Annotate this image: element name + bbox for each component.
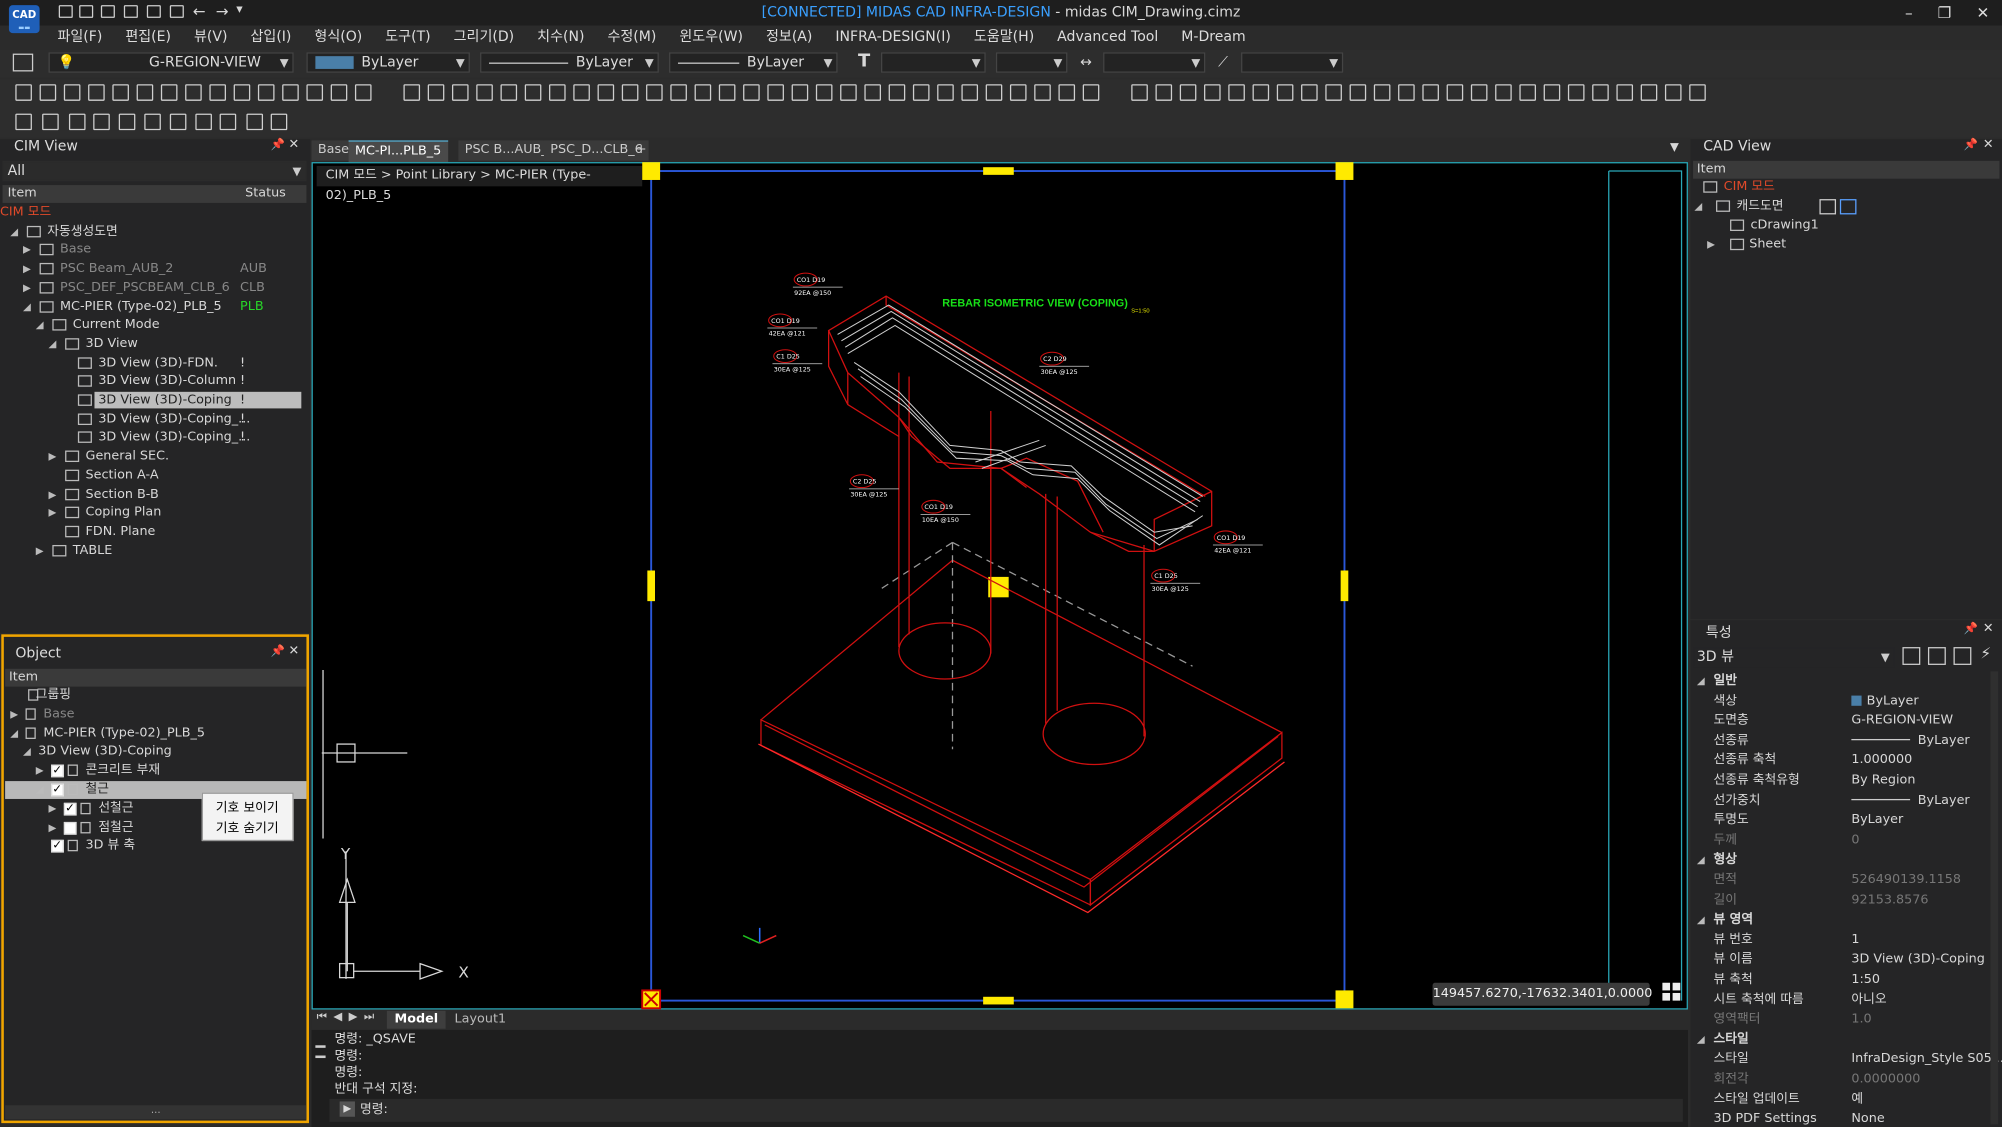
property-key: 투명도 xyxy=(1713,813,1749,828)
property-key: 선가중치 xyxy=(1713,793,1761,808)
property-row[interactable]: 스타일 InfraDesign_Style S05 ... xyxy=(1693,1050,2002,1070)
property-key: 형상 xyxy=(1713,853,1737,868)
collapse-icon[interactable]: ◢ xyxy=(1697,671,1705,690)
property-value-text: ByLayer xyxy=(1917,793,1970,808)
property-value: ByLayer xyxy=(1851,791,1970,810)
property-key: 3D PDF Settings xyxy=(1713,1111,1817,1126)
properties-scrollbar[interactable] xyxy=(1990,671,1999,1125)
property-row[interactable]: 뷰 축척 1:50 xyxy=(1693,970,1994,990)
property-value-text: 1.000000 xyxy=(1851,753,1913,768)
property-key: 스타일 xyxy=(1713,1032,1749,1047)
property-value: ByLayer xyxy=(1851,731,1970,750)
property-value: 0 xyxy=(1851,831,1859,850)
property-value-text: 예 xyxy=(1851,1091,1864,1107)
property-key: 색상 xyxy=(1713,693,1737,708)
property-value-text: 아니오 xyxy=(1851,992,1887,1007)
property-key: 선종류 xyxy=(1713,733,1749,748)
property-row[interactable]: 회전각 0.0000000 xyxy=(1693,1070,1994,1090)
line-sample xyxy=(1851,799,1911,801)
property-row[interactable]: 선종류 축척유형 By Region xyxy=(1693,771,1994,791)
property-value: 1.0 xyxy=(1851,1010,1871,1029)
property-row[interactable]: 선종류 축척 1.000000 xyxy=(1693,751,1994,771)
property-key: 시트 축척에 따름 xyxy=(1713,992,1804,1007)
property-value-text: 3D View (3D)-Coping xyxy=(1851,952,1985,967)
property-key: 일반 xyxy=(1713,673,1737,688)
property-key: 두께 xyxy=(1713,833,1737,848)
color-swatch xyxy=(1851,695,1862,706)
property-row[interactable]: 스타일 업데이트 예 xyxy=(1693,1089,1994,1109)
property-key: 뷰 이름 xyxy=(1713,952,1753,967)
property-key: 선종류 축척유형 xyxy=(1713,773,1800,788)
property-row[interactable]: 영역팩터 1.0 xyxy=(1693,1010,1994,1030)
property-row: ◢ 뷰 영역 xyxy=(1693,910,1994,930)
property-key: 도면층 xyxy=(1713,713,1749,728)
property-row[interactable]: 색상 ByLayer xyxy=(1693,691,1994,711)
property-key: 뷰 영역 xyxy=(1713,912,1754,927)
property-value-text: InfraDesign_Style S05 ... xyxy=(1851,1052,2002,1067)
property-key: 뷰 번호 xyxy=(1713,932,1753,947)
collapse-icon[interactable]: ◢ xyxy=(1697,910,1705,929)
property-key: 스타일 업데이트 xyxy=(1713,1091,1800,1107)
property-value-text: 1:50 xyxy=(1851,972,1881,987)
property-value-text: ByLayer xyxy=(1851,813,1904,828)
property-value: 0.0000000 xyxy=(1851,1070,1920,1089)
property-key: 선종류 축척 xyxy=(1713,753,1777,768)
property-value-text: ByLayer xyxy=(1866,693,1919,708)
property-value-text: 0.0000000 xyxy=(1851,1072,1921,1087)
line-sample xyxy=(1851,739,1911,741)
property-key: 면적 xyxy=(1713,872,1737,888)
collapse-icon[interactable]: ◢ xyxy=(1697,1030,1705,1049)
property-key: 길이 xyxy=(1713,892,1737,907)
property-value: 1 xyxy=(1851,930,1859,949)
property-row: ◢ 형상 xyxy=(1693,851,1994,871)
property-row[interactable]: 시트 축척에 따름 아니오 xyxy=(1693,990,1994,1010)
property-value-text: ByLayer xyxy=(1917,733,1970,748)
property-row[interactable]: 뷰 이름 3D View (3D)-Coping xyxy=(1693,950,1994,970)
property-value: G-REGION-VIEW xyxy=(1851,711,1953,730)
property-row: ◢ 스타일 xyxy=(1693,1030,1994,1050)
property-key: 스타일 xyxy=(1713,1052,1749,1067)
property-row[interactable]: 길이 92153.8576 xyxy=(1693,890,1994,910)
property-key: 회전각 xyxy=(1713,1072,1749,1087)
property-value: InfraDesign_Style S05 ... xyxy=(1851,1050,2002,1069)
property-key: 영역팩터 xyxy=(1713,1012,1761,1027)
property-value-text: G-REGION-VIEW xyxy=(1851,713,1954,728)
property-row[interactable]: 뷰 번호 1 xyxy=(1693,930,1994,950)
property-value-text: 1.0 xyxy=(1851,1012,1872,1027)
property-value: 1:50 xyxy=(1851,970,1880,989)
property-value: 526490139.1158 xyxy=(1851,870,1961,889)
property-value-text: By Region xyxy=(1851,773,1916,788)
property-row[interactable]: 선종류 ByLayer xyxy=(1693,731,1994,751)
property-value: 92153.8576 xyxy=(1851,890,1928,909)
collapse-icon[interactable]: ◢ xyxy=(1697,851,1705,870)
property-value: 예 xyxy=(1851,1089,1863,1108)
property-value: 1.000000 xyxy=(1851,751,1912,770)
property-value-text: 0 xyxy=(1851,833,1860,848)
property-row[interactable]: 투명도 ByLayer xyxy=(1693,811,1994,831)
property-value-text: None xyxy=(1851,1111,1885,1126)
property-row[interactable]: 도면층 G-REGION-VIEW xyxy=(1693,711,1994,731)
property-value: ByLayer xyxy=(1851,811,1903,830)
property-value: By Region xyxy=(1851,771,1915,790)
property-value: 3D View (3D)-Coping xyxy=(1851,950,1984,969)
property-row[interactable]: 3D PDF Settings None xyxy=(1693,1109,1994,1127)
property-value: 아니오 xyxy=(1851,990,1886,1009)
property-value-text: 92153.8576 xyxy=(1851,892,1929,907)
app-window: CAD ▬▬ ← → ▾ [CONNECTED] MIDAS CAD INFRA-… xyxy=(0,0,2002,1127)
property-value: ByLayer xyxy=(1851,691,1919,710)
property-row[interactable]: 면적 526490139.1158 xyxy=(1693,870,1994,890)
property-value-text: 1 xyxy=(1851,932,1860,947)
property-value-text: 526490139.1158 xyxy=(1851,872,1962,888)
properties-grid: ◢ 일반 색상 ByLayer 도면층 G-REGION-VIEW 선종류 ByLayer 선종… xyxy=(0,0,2002,1127)
property-row: ◢ 일반 xyxy=(1693,671,1994,691)
property-row[interactable]: 두께 0 xyxy=(1693,831,1994,851)
property-value: None xyxy=(1851,1109,1884,1127)
property-key: 뷰 축척 xyxy=(1713,972,1753,987)
property-row[interactable]: 선가중치 ByLayer xyxy=(1693,791,1994,811)
